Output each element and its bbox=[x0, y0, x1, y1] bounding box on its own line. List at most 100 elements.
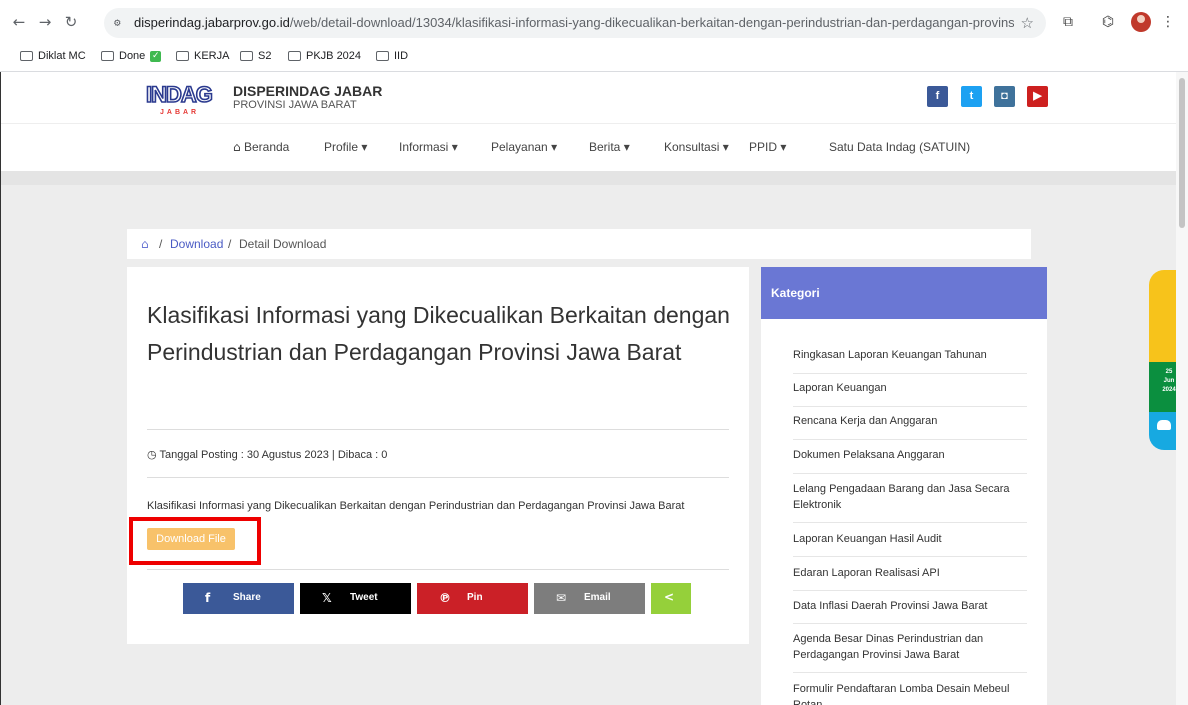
category-item[interactable]: Formulir Pendaftaran Lomba Desain Mebeul… bbox=[793, 681, 1027, 705]
folder-icon bbox=[240, 51, 253, 61]
nav-ppid[interactable]: PPID ▾ bbox=[749, 140, 786, 154]
youtube-icon[interactable]: ▶ bbox=[1027, 86, 1048, 107]
breadcrumb-download-link[interactable]: Download bbox=[170, 237, 223, 251]
divider bbox=[147, 569, 729, 570]
scrollbar-thumb[interactable] bbox=[1179, 78, 1185, 228]
home-icon[interactable]: ⌂ bbox=[141, 237, 149, 251]
category-item[interactable]: Dokumen Pelaksana Anggaran bbox=[793, 447, 1027, 474]
ai-icon[interactable]: ⌬ bbox=[1098, 12, 1118, 32]
share-label: Tweet bbox=[350, 592, 378, 603]
extensions-icon[interactable]: ⧉ bbox=[1058, 12, 1078, 32]
folder-icon bbox=[176, 51, 189, 61]
web-page: INDAG JABAR DISPERINDAG JABAR PROVINSI J… bbox=[0, 72, 1188, 705]
bookmark-label: S2 bbox=[258, 50, 272, 62]
post-meta-text: Tanggal Posting : 30 Agustus 2023 | Diba… bbox=[159, 449, 388, 461]
instagram-icon[interactable]: ◘ bbox=[994, 86, 1015, 107]
share-pinterest-button[interactable]: ℗ Pin bbox=[417, 583, 528, 614]
breadcrumb-separator: / bbox=[159, 237, 163, 251]
nav-pelayanan[interactable]: Pelayanan ▾ bbox=[491, 140, 557, 154]
banner-bottom bbox=[1149, 412, 1179, 450]
bookmark-label: IID bbox=[394, 50, 409, 62]
article-description: Klasifikasi Informasi yang Dikecualikan … bbox=[147, 500, 685, 512]
twitter-icon[interactable]: t bbox=[961, 86, 982, 107]
bookmark-star-icon[interactable]: ☆ bbox=[1021, 14, 1034, 32]
share-icon: < bbox=[664, 590, 675, 604]
share-more-button[interactable]: < bbox=[651, 583, 691, 614]
header-divider bbox=[1, 171, 1177, 185]
caret-down-icon: ▾ bbox=[551, 140, 558, 154]
download-file-button[interactable]: Download File bbox=[147, 528, 235, 550]
share-facebook-button[interactable]: f Share bbox=[183, 583, 294, 614]
caret-down-icon: ▾ bbox=[451, 140, 458, 154]
bookmark-kerja[interactable]: KERJA bbox=[176, 50, 229, 62]
facebook-icon: f bbox=[205, 591, 211, 605]
bookmark-iid[interactable]: IID bbox=[376, 50, 408, 62]
nav-label: Konsultasi bbox=[664, 140, 720, 154]
divider bbox=[147, 477, 729, 478]
category-item[interactable]: Ringkasan Laporan Keuangan Tahunan bbox=[793, 347, 1027, 374]
nav-label: Pelayanan bbox=[491, 140, 548, 154]
reload-icon[interactable]: ↻ bbox=[62, 13, 80, 31]
nav-beranda[interactable]: ⌂ Beranda bbox=[233, 140, 289, 154]
folder-icon bbox=[376, 51, 389, 61]
floating-banner[interactable]: 25 Jun 2024 bbox=[1149, 270, 1179, 450]
banner-top bbox=[1149, 270, 1179, 362]
banner-day: 25 bbox=[1165, 369, 1173, 375]
folder-icon bbox=[101, 51, 114, 61]
category-item[interactable]: Agenda Besar Dinas Perindustrian dan Per… bbox=[793, 631, 1027, 673]
caret-down-icon: ▾ bbox=[623, 140, 630, 154]
facebook-icon[interactable]: f bbox=[927, 86, 948, 107]
category-item[interactable]: Laporan Keuangan Hasil Audit bbox=[793, 531, 1027, 557]
check-icon: ✓ bbox=[150, 50, 162, 62]
post-meta: ◷ Tanggal Posting : 30 Agustus 2023 | Di… bbox=[147, 448, 387, 461]
category-item[interactable]: Rencana Kerja dan Anggaran bbox=[793, 413, 1027, 440]
menu-icon[interactable]: ⋮ bbox=[1158, 12, 1178, 32]
share-x-button[interactable]: 𝕏 Tweet bbox=[300, 583, 411, 614]
email-icon: ✉ bbox=[556, 591, 567, 605]
bookmark-label: Diklat MC bbox=[38, 50, 86, 62]
article-card: Klasifikasi Informasi yang Dikecualikan … bbox=[127, 267, 749, 644]
nav-label: Berita bbox=[589, 140, 621, 154]
bookmark-pkjb-2024[interactable]: PKJB 2024 bbox=[288, 50, 361, 62]
forward-icon[interactable]: → bbox=[36, 13, 54, 31]
nav-satuin[interactable]: Satu Data Indag (SATUIN) bbox=[829, 140, 970, 154]
home-icon: ⌂ bbox=[233, 140, 241, 154]
category-sidebar: Kategori Ringkasan Laporan Keuangan Tahu… bbox=[761, 267, 1047, 705]
nav-profile[interactable]: Profile ▾ bbox=[324, 140, 367, 154]
caret-down-icon: ▾ bbox=[361, 140, 368, 154]
profile-avatar[interactable] bbox=[1131, 12, 1151, 32]
breadcrumb-current: Detail Download bbox=[239, 237, 327, 251]
scrollbar[interactable] bbox=[1176, 72, 1188, 705]
bookmark-done[interactable]: Done ✓ bbox=[101, 50, 162, 62]
bookmarks-bar: Diklat MC Done ✓ KERJA S2 PKJB 2024 IID bbox=[0, 44, 1188, 72]
nav-konsultasi[interactable]: Konsultasi ▾ bbox=[664, 140, 729, 154]
category-item[interactable]: Edaran Laporan Realisasi API bbox=[793, 565, 1027, 591]
nav-berita[interactable]: Berita ▾ bbox=[589, 140, 630, 154]
banner-month: Jun bbox=[1163, 378, 1175, 384]
nav-label: Profile bbox=[324, 140, 359, 154]
indag-logo[interactable]: INDAG JABAR bbox=[146, 82, 224, 116]
site-info-icon[interactable]: ⚙ bbox=[114, 16, 128, 30]
nav-label: Beranda bbox=[243, 140, 290, 154]
share-email-button[interactable]: ✉ Email bbox=[534, 583, 645, 614]
category-item[interactable]: Lelang Pengadaan Barang dan Jasa Secara … bbox=[793, 481, 1027, 523]
nav-label: Informasi bbox=[399, 140, 449, 154]
article-title: Klasifikasi Informasi yang Dikecualikan … bbox=[147, 302, 730, 365]
url-text[interactable]: disperindag.jabarprov.go.id/web/detail-d… bbox=[134, 15, 1014, 30]
folder-icon bbox=[288, 51, 301, 61]
bookmark-label: PKJB 2024 bbox=[306, 50, 362, 62]
bookmark-s2[interactable]: S2 bbox=[240, 50, 271, 62]
breadcrumb: ⌂ / Download / Detail Download bbox=[127, 229, 1031, 259]
nav-informasi[interactable]: Informasi ▾ bbox=[399, 140, 458, 154]
bookmark-diklat-mc[interactable]: Diklat MC bbox=[20, 50, 86, 62]
category-item[interactable]: Data Inflasi Daerah Provinsi Jawa Barat bbox=[793, 598, 1027, 624]
site-header: INDAG JABAR DISPERINDAG JABAR PROVINSI J… bbox=[1, 72, 1177, 124]
url-path: /web/detail-download/13034/klasifikasi-i… bbox=[289, 15, 1014, 30]
back-icon[interactable]: ← bbox=[10, 13, 28, 31]
breadcrumb-separator: / bbox=[228, 237, 232, 251]
clock-icon: ◷ bbox=[147, 448, 157, 461]
category-item[interactable]: Laporan Keuangan bbox=[793, 380, 1027, 407]
car-icon bbox=[1157, 420, 1171, 430]
share-label: Share bbox=[233, 592, 261, 603]
address-bar[interactable]: ⚙ disperindag.jabarprov.go.id/web/detail… bbox=[104, 8, 1046, 38]
